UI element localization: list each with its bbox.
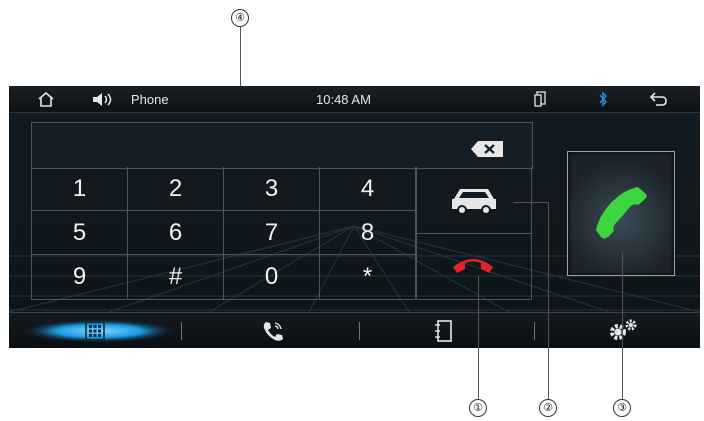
callout-4-leader	[240, 27, 241, 86]
backspace-icon[interactable]	[470, 140, 504, 158]
bottom-nav	[9, 312, 700, 348]
callout-2: ②	[539, 399, 557, 417]
hangup-phone-icon	[453, 259, 493, 273]
key-hash[interactable]: #	[128, 255, 224, 299]
callout-2-leader-v	[548, 202, 549, 399]
key-8[interactable]: 8	[320, 211, 416, 255]
status-bar: Phone 10:48 AM	[9, 86, 700, 113]
home-icon[interactable]	[38, 92, 54, 107]
callout-2-leader-h	[513, 202, 548, 203]
call-log-icon[interactable]	[262, 320, 284, 342]
clock: 10:48 AM	[316, 92, 371, 107]
call-phone-icon	[596, 187, 647, 239]
nav-separator	[359, 322, 360, 340]
bluetooth-icon	[599, 91, 607, 107]
settings-icon[interactable]	[608, 319, 638, 341]
head-unit-screen: Phone 10:48 AM 1 2 3 4 5 6 7 8 9 # 0 *	[9, 86, 700, 348]
key-7[interactable]: 7	[224, 211, 320, 255]
car-icon	[452, 189, 496, 215]
key-9[interactable]: 9	[32, 255, 128, 299]
key-4[interactable]: 4	[320, 167, 416, 211]
phone-link-icon	[534, 91, 546, 107]
callout-3: ③	[613, 399, 631, 417]
callout-1: ①	[469, 399, 487, 417]
key-3[interactable]: 3	[224, 167, 320, 211]
callout-1-leader	[478, 276, 479, 399]
call-control-column	[415, 167, 532, 300]
key-2[interactable]: 2	[128, 167, 224, 211]
key-1[interactable]: 1	[32, 167, 128, 211]
contacts-icon[interactable]	[434, 320, 452, 342]
callout-4: ④	[231, 9, 249, 27]
call-button[interactable]	[567, 151, 675, 276]
callout-3-leader	[622, 252, 623, 399]
car-mode-button[interactable]	[415, 167, 531, 234]
dial-keypad: 1 2 3 4 5 6 7 8 9 # 0 *	[31, 167, 417, 300]
nav-separator	[181, 322, 182, 340]
nav-separator	[534, 322, 535, 340]
key-5[interactable]: 5	[32, 211, 128, 255]
dialpad-icon[interactable]	[85, 321, 105, 341]
key-0[interactable]: 0	[224, 255, 320, 299]
volume-icon[interactable]	[92, 92, 114, 107]
key-star[interactable]: *	[320, 255, 416, 299]
app-title: Phone	[131, 92, 169, 107]
back-icon[interactable]	[650, 92, 668, 106]
number-display[interactable]	[31, 122, 533, 169]
hangup-button[interactable]	[415, 233, 531, 299]
key-6[interactable]: 6	[128, 211, 224, 255]
